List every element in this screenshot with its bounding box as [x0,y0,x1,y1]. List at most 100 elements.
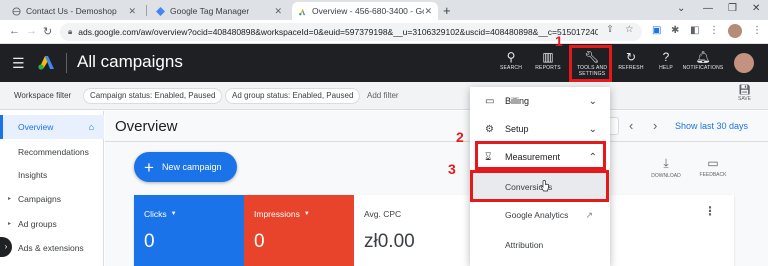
sidebar-item-recommendations[interactable]: Recommendations [0,140,104,164]
back-icon[interactable]: ← [9,25,20,37]
save-icon: 💾︎ [738,85,751,96]
address-bar-row: ← → ↻ 🔒︎ ads.google.com/aw/overview?ocid… [0,20,768,44]
bookmark-star-icon[interactable]: ☆ [625,24,634,35]
more-options-icon[interactable]: ⋮ [704,204,716,218]
chevron-down-icon: ⌄ [588,123,597,135]
download-button[interactable]: ⤓ DOWNLOAD [646,156,686,179]
ad-group-status-chip[interactable]: Ad group status: Enabled, Paused [225,88,361,104]
browser-tab-gtm[interactable]: Google Tag Manager ✕ [150,2,288,20]
plus-icon: + [144,157,154,177]
sidebar-item-ads-extensions[interactable]: ▸ Ads & extensions [0,236,104,260]
restore-button[interactable]: ❐ [728,3,737,14]
notifications-button[interactable]: 🔔︎ NOTIFICATIONS [681,49,725,71]
menu-item-label: Google Analytics [505,210,569,220]
metric-impressions[interactable]: Impressions ▼ 0 [244,195,354,266]
add-filter-button[interactable]: Add filter [367,91,399,100]
menu-icon[interactable]: ⋮ [752,25,762,36]
chevron-down-icon: ⌄ [588,95,597,107]
reload-icon[interactable]: ↻ [43,25,52,38]
new-campaign-label: New campaign [161,162,222,172]
account-avatar[interactable] [734,53,754,73]
dots-icon[interactable]: ⋮ [709,25,719,36]
tab-divider [146,5,147,16]
metric-value: 0 [254,231,265,252]
metric-avg-cpc[interactable]: Avg. CPC zł0.00 [354,195,464,266]
sidebar-item-label: Campaigns [18,194,61,204]
extension-icon[interactable]: ▣ [652,25,661,36]
close-window-button[interactable]: ✕ [752,3,760,14]
sidebar-item-label: Ads & extensions [18,243,84,253]
campaign-status-chip[interactable]: Campaign status: Enabled, Paused [83,88,223,104]
notifications-label: NOTIFICATIONS [682,65,724,71]
highlight-box-measurement [475,141,606,170]
metric-value: zł0.00 [364,231,415,252]
billing-icon: ▭ [485,95,495,107]
menu-section-billing[interactable]: ▭ Billing ⌄ [470,87,610,115]
ads-header: ☰ All campaigns ⚲ SEARCH ▥ REPORTS 🔧︎ TO… [0,44,768,82]
metric-label: Avg. CPC [364,209,402,219]
close-tab-icon[interactable]: ✕ [274,6,282,17]
step-number-3: 3 [448,161,456,177]
sidebar-item-ad-groups[interactable]: ▸ Ad groups [0,212,104,236]
save-button[interactable]: 💾︎ SAVE [738,85,751,102]
page-title: All campaigns [77,52,183,71]
hamburger-menu-icon[interactable]: ☰ [12,55,25,72]
reports-icon: ▥ [542,50,554,64]
menu-item-google-analytics[interactable]: Google Analytics ↗ [470,201,610,229]
new-tab-button[interactable]: + [443,3,451,18]
metric-clicks[interactable]: Clicks ▼ 0 [134,195,244,266]
dropdown-arrow-icon: ▼ [170,211,177,217]
menu-item-attribution[interactable]: Attribution [470,231,610,259]
share-icon[interactable]: ⇪ [606,24,614,35]
browser-tab-strip: Contact Us - Demoshop ✕ Google Tag Manag… [0,0,768,20]
sidebar-item-label: Recommendations [18,147,89,157]
forward-icon[interactable]: → [26,25,37,37]
browser-tab-contact-us[interactable]: Contact Us - Demoshop ✕ [6,2,142,20]
google-ads-icon [299,8,306,15]
feedback-icon: ▭ [707,156,719,170]
highlight-box-tools [569,45,612,82]
reports-button[interactable]: ▥ REPORTS [526,49,570,71]
header-divider [66,53,67,73]
save-label: SAVE [738,96,751,102]
sidebar-item-label: Insights [18,170,48,180]
sidebar-item-insights[interactable]: Insights [0,163,104,187]
home-icon: ⌂ [88,122,94,132]
left-sidebar: Overview ⌂ Recommendations Insights ▸ Ca… [0,111,104,266]
lock-icon: 🔒︎ [68,27,73,36]
workspace-filter[interactable]: Workspace filter [14,91,71,100]
menu-section-setup[interactable]: ⚙︎ Setup ⌄ [470,115,610,143]
browser-tab-overview[interactable]: Overview - 456-680-3400 - Goo ✕ [292,2,438,20]
sidebar-item-campaigns[interactable]: ▸ Campaigns [0,187,104,211]
close-tab-icon[interactable]: ✕ [424,6,432,17]
feedback-button[interactable]: ▭ FEEDBACK [693,156,733,178]
date-range-link[interactable]: Show last 30 days [675,121,748,131]
metric-label: Clicks [144,209,167,219]
chevron-left-icon[interactable]: ‹ [629,118,633,133]
metric-value: 0 [144,231,155,252]
sidebar-item-label: Overview [18,122,54,132]
metric-label: Impressions [254,209,300,219]
tab-title: Overview - 456-680-3400 - Goo [312,6,424,16]
sidebar-item-overview[interactable]: Overview ⌂ [0,115,104,139]
minimize-button[interactable]: — [703,3,713,14]
new-campaign-button[interactable]: + New campaign [134,152,237,182]
close-tab-icon[interactable]: ✕ [128,6,136,17]
main-content: Overview ‹ › Show last 30 days + New cam… [105,111,768,266]
menu-section-label: Billing [505,96,530,106]
menu-section-label: Setup [505,124,529,134]
sidebar-toggle-icon[interactable]: ◧ [690,25,699,36]
puzzle-icon[interactable]: ✱ [671,25,679,36]
chevron-right-icon[interactable]: › [653,118,657,133]
browser-profile-avatar[interactable] [728,24,742,38]
external-link-icon: ↗ [585,209,593,220]
overview-title: Overview [115,118,178,135]
expand-caret-icon: ▸ [8,196,12,202]
window-dropdown-icon[interactable]: ⌄ [677,3,685,14]
step-number-1: 1 [555,33,563,49]
step-number-2: 2 [456,129,464,145]
expand-caret-icon: ▸ [8,221,12,227]
feedback-label: FEEDBACK [699,172,727,178]
tab-title: Google Tag Manager [170,6,250,16]
metrics-card: Clicks ▼ 0 Impressions ▼ 0 Avg. CPC zł0.00 [134,195,734,266]
